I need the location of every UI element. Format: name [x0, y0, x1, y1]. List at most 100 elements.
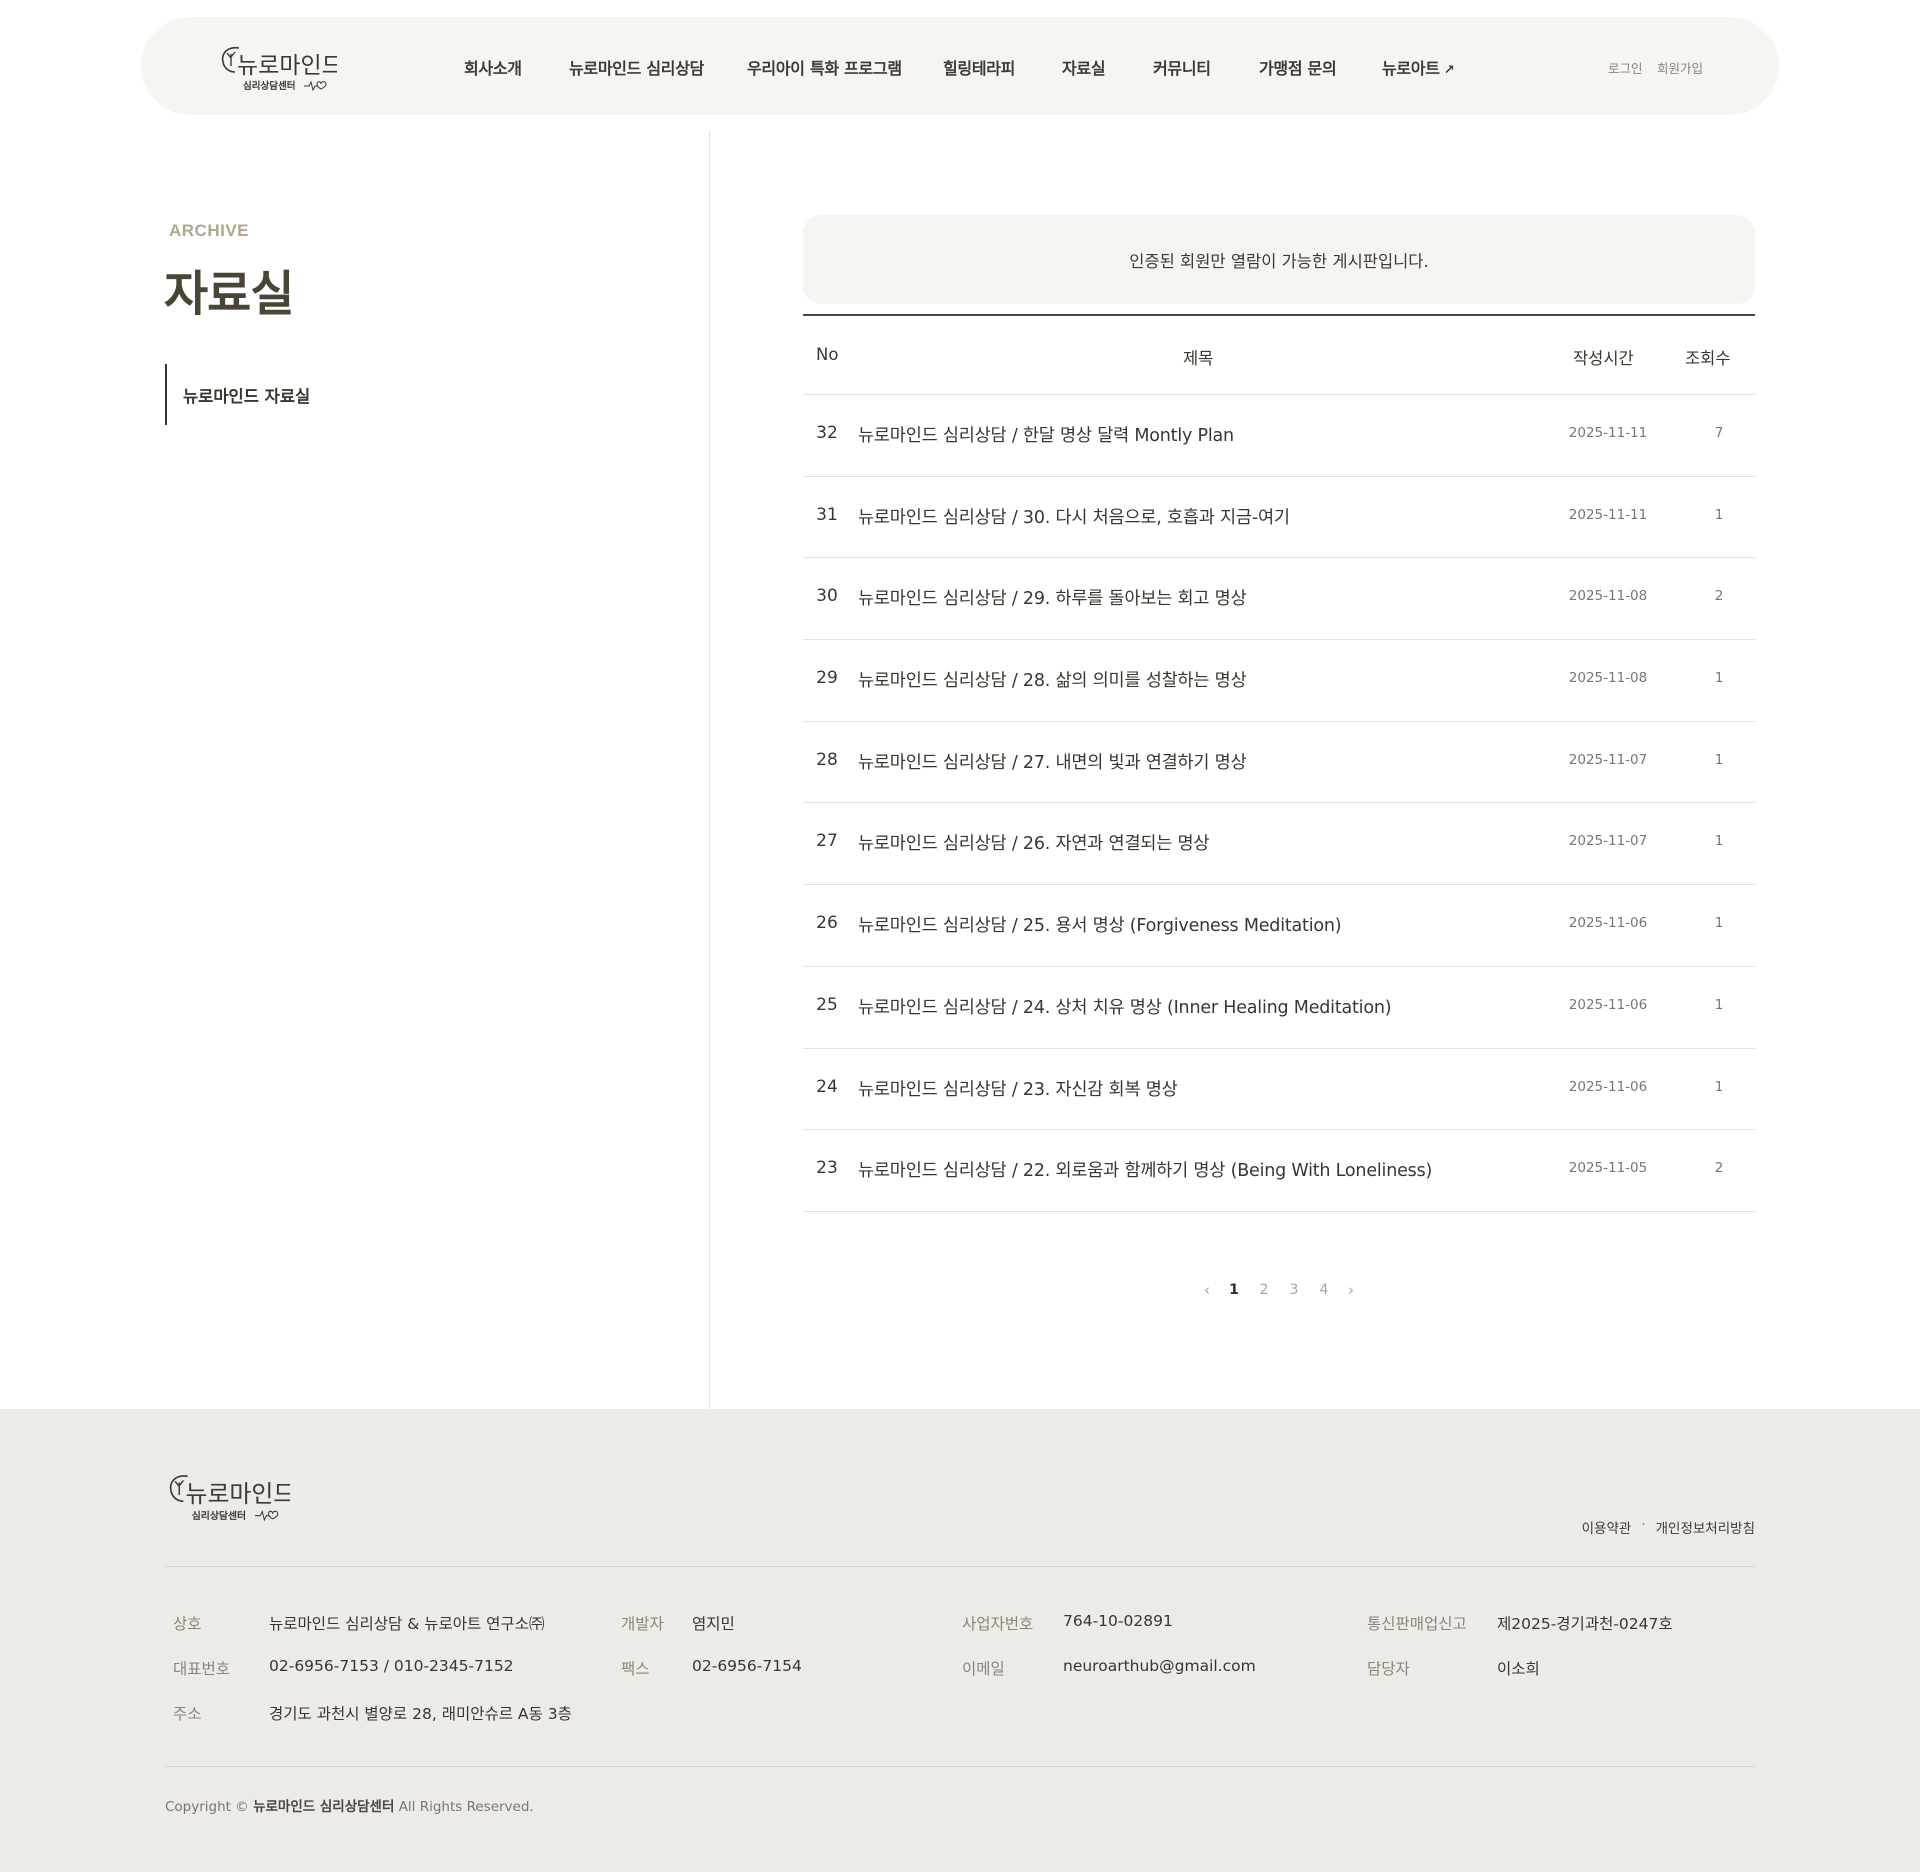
row-title[interactable]: 뉴로마인드 심리상담 / 24. 상처 치유 명상 (Inner Healing… [858, 994, 1392, 1019]
col-views: 조회수 [1685, 349, 1731, 368]
table-row[interactable]: 23 뉴로마인드 심리상담 / 22. 외로움과 함께하기 명상 (Being W… [803, 1130, 1755, 1212]
row-views: 7 [1714, 425, 1724, 441]
row-no: 32 [816, 423, 838, 443]
table-row[interactable]: 26 뉴로마인드 심리상담 / 25. 용서 명상 (Forgiveness Me… [803, 885, 1755, 967]
table-body: 32 뉴로마인드 심리상담 / 한달 명상 달력 Montly Plan 2025-… [803, 395, 1755, 1212]
row-no: 26 [816, 913, 838, 934]
table-row[interactable]: 29 뉴로마인드 심리상담 / 28. 삶의 의미를 성찰하는 명상 2025-11… [803, 640, 1755, 722]
prev-page-icon[interactable]: ‹ [1195, 1281, 1219, 1299]
table-row[interactable]: 25 뉴로마인드 심리상담 / 24. 상처 치유 명상 (Inner Heali… [803, 967, 1755, 1049]
nav-healing-therapy[interactable]: 힐링테라피 [943, 55, 1015, 79]
nav-community[interactable]: 커뮤니티 [1153, 55, 1211, 79]
info-value-manager: 이소희 [1497, 1660, 1540, 1678]
row-no: 28 [816, 749, 838, 770]
pagination: ‹ 1 2 3 4 › [1195, 1278, 1363, 1302]
copyright-name: 뉴로마인드 심리상담센터 [253, 1799, 395, 1815]
terms-link[interactable]: 이용약관 [1582, 1517, 1632, 1537]
row-no: 24 [816, 1076, 838, 1097]
privacy-link[interactable]: 개인정보처리방침 [1656, 1517, 1755, 1537]
nav-kids-program[interactable]: 우리아이 특화 프로그램 [747, 55, 902, 79]
row-title[interactable]: 뉴로마인드 심리상담 / 25. 용서 명상 (Forgiveness Medi… [858, 912, 1342, 937]
info-label-developer: 개발자 [621, 1615, 664, 1633]
row-title[interactable]: 뉴로마인드 심리상담 / 29. 하루를 돌아보는 회고 명상 [858, 585, 1247, 610]
footer-divider-bottom [165, 1766, 1755, 1767]
page-1[interactable]: 1 [1219, 1282, 1249, 1298]
row-views: 1 [1714, 1078, 1724, 1095]
row-date: 2025-11-11 [1568, 425, 1648, 441]
nav-franchise[interactable]: 가맹점 문의 [1259, 55, 1337, 79]
table-row[interactable]: 28 뉴로마인드 심리상담 / 27. 내면의 빛과 연결하기 명상 2025-11… [803, 722, 1755, 804]
info-value-fax: 02-6956-7154 [692, 1657, 802, 1675]
info-value-company: 뉴로마인드 심리상담 & 뉴로아트 연구소㈜ [269, 1615, 545, 1633]
section-subtitle: ARCHIVE [169, 221, 250, 240]
info-value-biz-no: 764-10-02891 [1063, 1612, 1173, 1630]
row-no: 31 [816, 504, 838, 525]
copyright: Copyright © 뉴로마인드 심리상담센터 All Rights Rese… [165, 1795, 534, 1815]
row-views: 1 [1714, 506, 1724, 523]
members-only-notice: 인증된 회원만 열람이 가능한 게시판입니다. [803, 215, 1755, 304]
info-label-email: 이메일 [962, 1660, 1005, 1678]
link-separator: · [1641, 1517, 1646, 1533]
nav-company[interactable]: 회사소개 [464, 55, 522, 79]
row-views: 1 [1714, 833, 1724, 850]
info-value-phone: 02-6956-7153 / 010-2345-7152 [269, 1657, 514, 1675]
info-label-manager: 담당자 [1367, 1660, 1410, 1678]
row-date: 2025-11-11 [1568, 506, 1648, 523]
nav-neuroart-label: 뉴로아트 [1382, 59, 1440, 78]
row-title[interactable]: 뉴로마인드 심리상담 / 28. 삶의 의미를 성찰하는 명상 [858, 667, 1247, 692]
table-row[interactable]: 31 뉴로마인드 심리상담 / 30. 다시 처음으로, 호흡과 지금-여기 202… [803, 477, 1755, 559]
nav-counseling[interactable]: 뉴로마인드 심리상담 [569, 55, 704, 79]
table-row[interactable]: 32 뉴로마인드 심리상담 / 한달 명상 달력 Montly Plan 2025-… [803, 395, 1755, 477]
row-views: 1 [1714, 670, 1724, 687]
content-divider [709, 130, 710, 1409]
footer-logo-name: 뉴로마인드 [186, 1480, 290, 1508]
next-page-icon[interactable]: › [1339, 1281, 1363, 1299]
table-row[interactable]: 27 뉴로마인드 심리상담 / 26. 자연과 연결되는 명상 2025-11-07… [803, 803, 1755, 886]
info-label-address: 주소 [173, 1705, 202, 1723]
table-row[interactable]: 30 뉴로마인드 심리상담 / 29. 하루를 돌아보는 회고 명상 2025-11… [803, 558, 1755, 641]
table-row[interactable]: 24 뉴로마인드 심리상담 / 23. 자신감 회복 명상 2025-11-06 1 [803, 1049, 1755, 1131]
info-label-fax: 팩스 [621, 1660, 650, 1678]
row-no: 29 [816, 668, 838, 689]
row-no: 23 [816, 1158, 838, 1179]
info-value-ecommerce: 제2025-경기과천-0247호 [1497, 1615, 1673, 1633]
footer-links: 이용약관 · 개인정보처리방침 [1582, 1517, 1755, 1537]
page-2[interactable]: 2 [1249, 1282, 1279, 1298]
board-table: No 제목 작성시간 조회수 32 뉴로마인드 심리상담 / 한달 명상 달력 M… [803, 314, 1755, 1212]
row-date: 2025-11-06 [1568, 1078, 1648, 1095]
info-label-phone: 대표번호 [173, 1660, 231, 1678]
nav-archive[interactable]: 자료실 [1062, 55, 1106, 79]
row-no: 30 [816, 586, 838, 607]
footer-logo-sub: 심리상담센터 [192, 1509, 246, 1522]
row-date: 2025-11-07 [1568, 833, 1648, 850]
col-no: No [816, 345, 839, 364]
row-views: 1 [1714, 751, 1724, 768]
main-nav: 회사소개 뉴로마인드 심리상담 우리아이 특화 프로그램 힐링테라피 자료실 커… [141, 17, 1779, 115]
table-header: No 제목 작성시간 조회수 [803, 314, 1755, 395]
sidebar-item-archive[interactable]: 뉴로마인드 자료실 [165, 364, 310, 425]
row-title[interactable]: 뉴로마인드 심리상담 / 23. 자신감 회복 명상 [858, 1076, 1178, 1101]
page-4[interactable]: 4 [1309, 1282, 1339, 1298]
site-header: 뉴로마인드 심리상담센터 회사소개 뉴로마인드 심리상담 우리아이 특화 프로그… [141, 17, 1779, 115]
col-title: 제목 [1183, 349, 1214, 368]
col-date: 작성시간 [1573, 349, 1634, 368]
row-views: 2 [1714, 588, 1724, 605]
page-3[interactable]: 3 [1279, 1282, 1309, 1298]
row-title[interactable]: 뉴로마인드 심리상담 / 한달 명상 달력 Montly Plan [858, 422, 1234, 447]
copyright-prefix: Copyright © [165, 1799, 249, 1815]
login-link[interactable]: 로그인 [1608, 58, 1643, 77]
nav-neuroart[interactable]: 뉴로아트 ↗ [1382, 55, 1455, 79]
footer-divider [165, 1566, 1755, 1567]
page-title: 자료실 [164, 266, 294, 322]
row-no: 25 [816, 994, 838, 1015]
row-date: 2025-11-07 [1568, 751, 1648, 768]
row-title[interactable]: 뉴로마인드 심리상담 / 27. 내면의 빛과 연결하기 명상 [858, 749, 1247, 774]
external-link-icon: ↗ [1443, 63, 1455, 78]
signup-link[interactable]: 회원가입 [1657, 58, 1703, 77]
row-title[interactable]: 뉴로마인드 심리상담 / 22. 외로움과 함께하기 명상 (Being Wit… [858, 1157, 1432, 1182]
row-title[interactable]: 뉴로마인드 심리상담 / 26. 자연과 연결되는 명상 [858, 830, 1210, 855]
footer-logo[interactable]: 뉴로마인드 심리상담센터 [164, 1468, 290, 1524]
row-date: 2025-11-05 [1568, 1160, 1648, 1177]
row-title[interactable]: 뉴로마인드 심리상담 / 30. 다시 처음으로, 호흡과 지금-여기 [858, 504, 1290, 529]
row-views: 1 [1714, 915, 1724, 932]
